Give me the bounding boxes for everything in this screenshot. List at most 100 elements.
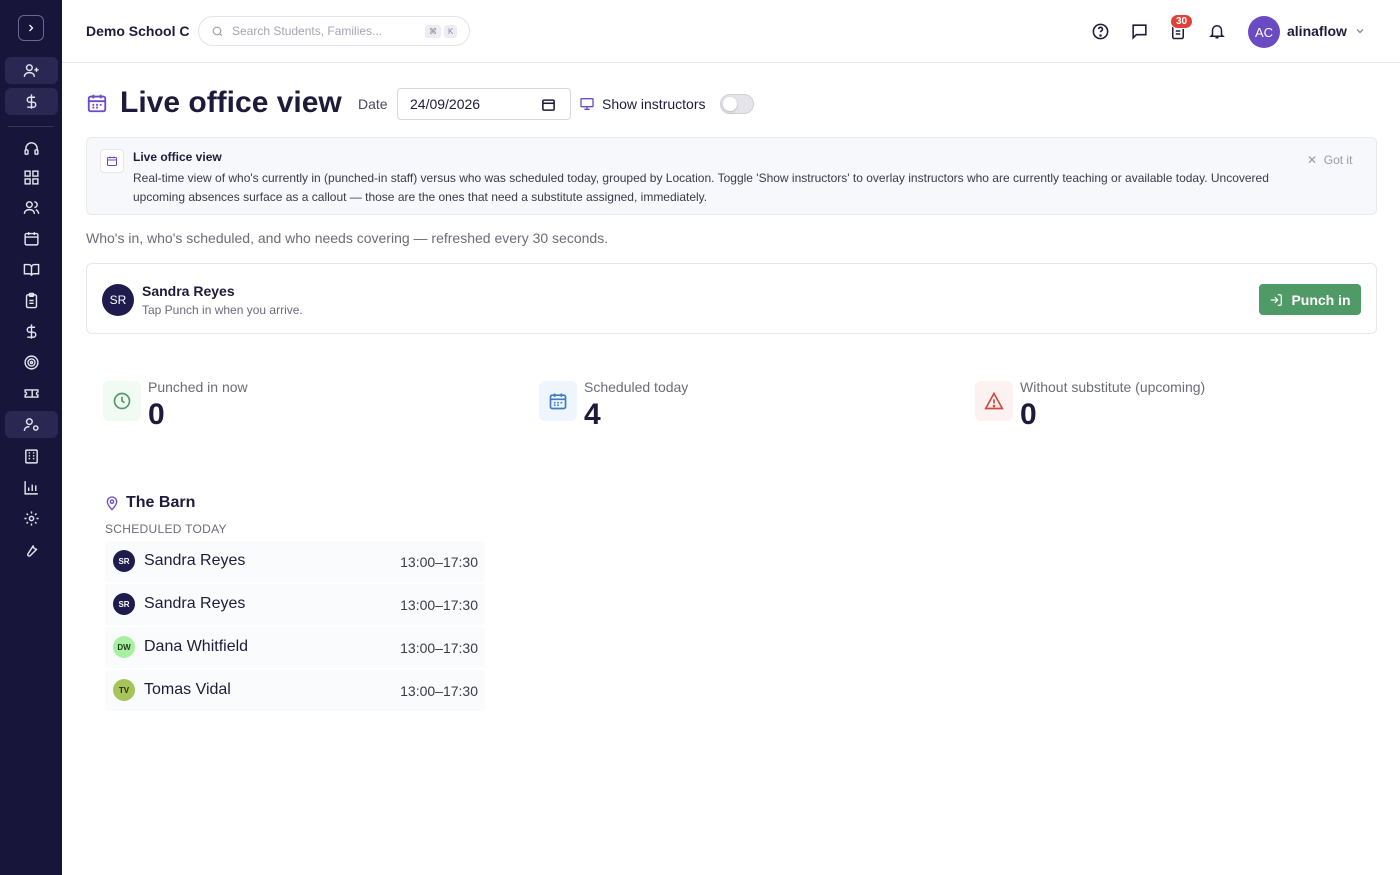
clock-icon <box>103 381 141 421</box>
sidebar-item-calendar[interactable] <box>5 225 58 252</box>
sidebar-divider <box>8 126 54 127</box>
message-square-icon <box>1131 23 1147 40</box>
sidebar-item-people[interactable] <box>5 194 58 221</box>
tasks-count-badge: 30 <box>1170 14 1194 29</box>
shortcut-key-k: K <box>444 24 458 38</box>
punch-in-button[interactable]: Punch in <box>1259 284 1361 315</box>
sidebar-item-add-user[interactable] <box>5 57 58 84</box>
shift-time: 13:00–17:30 <box>400 597 478 613</box>
help-circle-icon <box>1092 23 1108 39</box>
punch-hint: Tap Punch in when you arrive. <box>142 303 303 317</box>
sidebar-item-tickets[interactable] <box>5 380 58 407</box>
shift-time: 13:00–17:30 <box>400 683 478 699</box>
date-value: 24/09/2026 <box>410 96 481 112</box>
sidebar-item-dashboard[interactable] <box>5 164 58 191</box>
stat-value: 4 <box>584 398 601 431</box>
username[interactable]: alinaflow <box>1287 23 1347 39</box>
sidebar-expand-button[interactable] <box>18 15 44 41</box>
chevron-right-icon <box>29 24 34 32</box>
stat-label: Punched in now <box>148 379 248 395</box>
date-label: Date <box>358 96 388 112</box>
list-item[interactable]: SR Sandra Reyes 13:00–17:30 <box>105 584 485 625</box>
sidebar-item-settings[interactable] <box>5 505 58 532</box>
sidebar-item-payments[interactable] <box>5 318 58 345</box>
sidebar-item-billing[interactable] <box>5 88 58 115</box>
staff-name: Tomas Vidal <box>144 681 231 698</box>
info-banner: Live office view Real-time view of who's… <box>86 137 1377 215</box>
search-input[interactable] <box>232 24 422 38</box>
staff-name: Sandra Reyes <box>144 552 246 569</box>
staff-name: Dana Whitfield <box>144 638 249 655</box>
grid-icon <box>24 170 39 185</box>
sidebar-item-courses[interactable] <box>5 256 58 283</box>
calendar-icon <box>539 381 577 421</box>
book-open-icon <box>23 263 40 277</box>
clipboard-icon <box>25 292 38 309</box>
user-avatar[interactable]: AC <box>1248 16 1280 48</box>
sidebar <box>0 0 62 875</box>
list-item[interactable]: DW Dana Whitfield 13:00–17:30 <box>105 627 485 668</box>
sidebar-item-locations[interactable] <box>5 443 58 470</box>
building-icon <box>25 449 38 464</box>
notifications-button[interactable] <box>1206 20 1228 42</box>
gear-icon <box>24 511 39 526</box>
section-label: SCHEDULED TODAY <box>105 522 227 536</box>
log-in-icon <box>1271 293 1283 306</box>
page-subtitle: Who's in, who's scheduled, and who needs… <box>86 230 609 246</box>
search-box[interactable]: ⌘ K <box>198 16 470 46</box>
date-field[interactable]: 24/09/2026 <box>397 88 571 120</box>
sidebar-item-reports[interactable] <box>5 474 58 501</box>
wrench-icon <box>27 545 38 557</box>
sidebar-item-tasks[interactable] <box>5 287 58 314</box>
dollar-icon <box>26 94 37 109</box>
avatar: SR <box>102 284 134 316</box>
avatar: SR <box>113 593 135 615</box>
page-title: Live office view <box>120 86 342 119</box>
sidebar-item-tools[interactable] <box>5 536 58 563</box>
help-button[interactable] <box>1089 20 1111 42</box>
user-plus-icon <box>23 64 39 77</box>
calendar-icon <box>24 232 39 246</box>
list-item[interactable]: SR Sandra Reyes 13:00–17:30 <box>105 541 485 582</box>
bar-chart-icon <box>24 481 38 495</box>
dismiss-label: Got it <box>1323 153 1353 167</box>
user-menu-toggle[interactable] <box>1354 24 1366 42</box>
warning-icon <box>975 381 1013 421</box>
shortcut-key-cmd: ⌘ <box>425 24 441 38</box>
calendar-icon <box>86 92 108 119</box>
show-instructors-toggle[interactable] <box>720 94 754 114</box>
shift-time: 13:00–17:30 <box>400 554 478 570</box>
headset-icon <box>24 142 39 155</box>
sidebar-item-goals[interactable] <box>5 349 58 376</box>
punch-card: SR Sandra Reyes Tap Punch in when you ar… <box>86 263 1377 334</box>
staff-name: Sandra Reyes <box>144 595 246 612</box>
dismiss-info-button[interactable]: ✕ Got it <box>1307 153 1352 167</box>
users-icon <box>23 201 40 214</box>
top-header: Demo School C ⌘ K 30 AC alinaflow <box>62 0 1400 63</box>
avatar: DW <box>113 636 135 658</box>
sidebar-item-staff[interactable] <box>5 411 58 438</box>
calendar-icon <box>100 149 124 173</box>
avatar: SR <box>113 550 135 572</box>
bell-icon <box>1209 25 1225 39</box>
ticket-icon <box>24 389 39 398</box>
map-pin-icon <box>104 495 120 516</box>
stat-label: Scheduled today <box>584 379 689 395</box>
staff-name: Sandra Reyes <box>142 283 235 299</box>
show-instructors-label: Show instructors <box>602 96 706 112</box>
sidebar-item-support[interactable] <box>5 135 58 162</box>
info-title: Live office view <box>133 150 222 164</box>
school-name: Demo School C <box>86 23 190 39</box>
toggle-knob <box>723 97 737 111</box>
punch-in-label: Punch in <box>1291 291 1351 308</box>
presentation-icon <box>579 96 595 117</box>
target-icon <box>24 355 39 370</box>
search-icon <box>212 26 223 36</box>
dollar-icon <box>26 324 37 339</box>
list-item[interactable]: TV Tomas Vidal 13:00–17:30 <box>105 670 485 711</box>
stat-label: Without substitute (upcoming) <box>1020 379 1206 395</box>
date-picker-icon[interactable] <box>541 97 556 115</box>
info-body: Real-time view of who's currently in (pu… <box>133 171 1269 204</box>
stat-value: 0 <box>1020 398 1037 431</box>
messages-button[interactable] <box>1128 20 1150 42</box>
